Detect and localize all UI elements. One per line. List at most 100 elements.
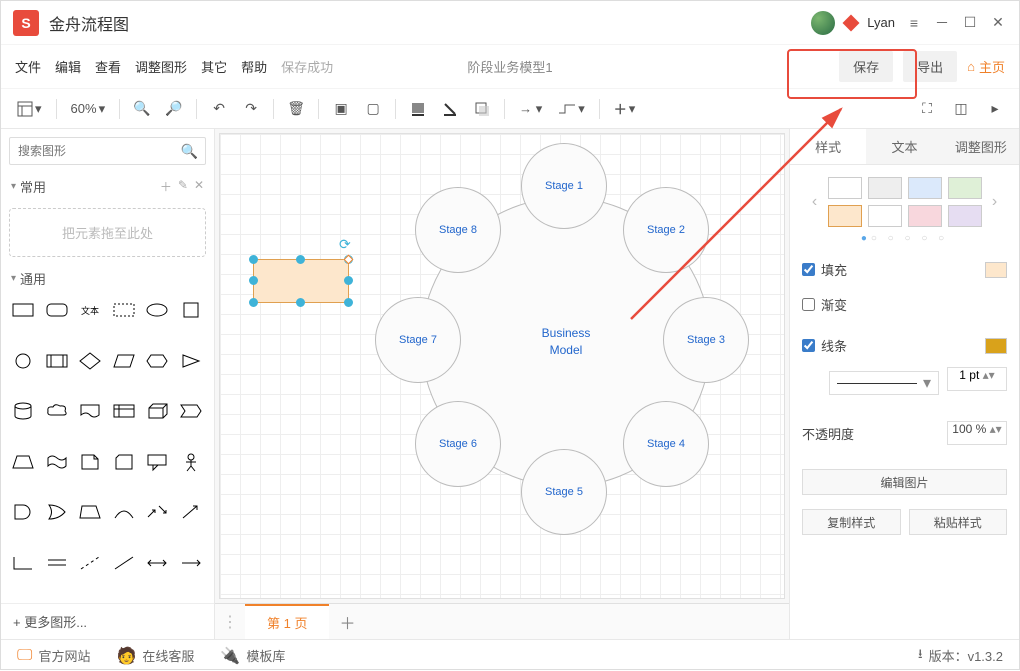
resize-handle[interactable]	[296, 298, 305, 307]
shape-process[interactable]	[43, 349, 71, 373]
swatch-next-icon[interactable]: ›	[988, 193, 1002, 211]
tab-style[interactable]: 样式	[790, 129, 866, 164]
shape-or[interactable]	[43, 500, 71, 524]
swatch-prev-icon[interactable]: ‹	[808, 193, 822, 211]
section-common[interactable]: ▾ 常用 ＋✎✕	[1, 173, 214, 200]
stage-1[interactable]: Stage 1	[521, 143, 607, 229]
opacity-input[interactable]: 100 % ▴▾	[947, 421, 1007, 445]
shape-dline[interactable]	[43, 551, 71, 575]
resize-handle[interactable]	[249, 298, 258, 307]
avatar[interactable]	[811, 11, 835, 35]
templates-link[interactable]: 🔌模板库	[220, 646, 285, 666]
shape-ellipse[interactable]	[143, 298, 171, 322]
shape-circle[interactable]	[9, 349, 37, 373]
edit-image-button[interactable]: 编辑图片	[802, 469, 1007, 495]
line-color[interactable]	[985, 338, 1007, 354]
shape-link[interactable]	[9, 551, 37, 575]
shape-textbox[interactable]	[110, 298, 138, 322]
stage-5[interactable]: Stage 5	[521, 449, 607, 535]
search-input[interactable]	[9, 137, 206, 165]
rotate-handle[interactable]: ⟳	[339, 236, 353, 250]
canvas[interactable]: Business Model Stage 1 Stage 2 Stage 3 S…	[215, 129, 789, 603]
hamburger-icon[interactable]: ≡	[905, 14, 923, 32]
shape-note[interactable]	[76, 450, 104, 474]
waypoint-style-select[interactable]: ▾	[552, 101, 591, 117]
shape-square[interactable]	[177, 298, 205, 322]
add-page-button[interactable]: ＋	[329, 610, 365, 634]
swatch[interactable]	[948, 177, 982, 199]
format-panel-icon[interactable]: ◫	[947, 95, 975, 123]
shape-and[interactable]	[9, 500, 37, 524]
swatch[interactable]	[828, 177, 862, 199]
shape-line-dashed[interactable]	[76, 551, 104, 575]
minimize-button[interactable]: －	[933, 14, 951, 32]
swatch[interactable]	[908, 177, 942, 199]
version-link[interactable]: ⭳版本：v1.3.2	[918, 645, 1003, 667]
resize-handle[interactable]	[296, 255, 305, 264]
shape-arrow[interactable]	[177, 500, 205, 524]
line-style-select[interactable]: ▾	[829, 371, 939, 395]
shape-trapezoid[interactable]	[9, 450, 37, 474]
official-site-link[interactable]: 🖵官方网站	[17, 646, 90, 665]
more-shapes[interactable]: + 更多图形...	[1, 603, 214, 639]
stage-4[interactable]: Stage 4	[623, 401, 709, 487]
zoom-out-icon[interactable]: 🔎	[160, 95, 188, 123]
fill-color[interactable]	[985, 262, 1007, 278]
shape-rounded[interactable]	[43, 298, 71, 322]
menu-arrange[interactable]: 调整图形	[135, 57, 187, 76]
view-mode-select[interactable]: ▾	[11, 101, 48, 117]
line-width-input[interactable]: 1 pt ▴▾	[947, 367, 1007, 391]
shape-cloud[interactable]	[43, 399, 71, 423]
insert-select[interactable]: ＋ ▾	[608, 99, 642, 118]
menu-other[interactable]: 其它	[201, 57, 227, 76]
shape-line[interactable]	[110, 551, 138, 575]
selected-shape[interactable]: ⟳	[253, 259, 349, 303]
close-button[interactable]: ✕	[989, 14, 1007, 32]
shape-cylinder[interactable]	[9, 399, 37, 423]
shape-triangle[interactable]	[177, 349, 205, 373]
swatch[interactable]	[868, 205, 902, 227]
search-icon[interactable]: 🔍	[181, 143, 198, 160]
collapse-icon[interactable]: ▸	[981, 95, 1009, 123]
stage-7[interactable]: Stage 7	[375, 297, 461, 383]
shape-datastore[interactable]	[76, 500, 104, 524]
fill-color-icon[interactable]	[404, 95, 432, 123]
add-icon[interactable]: ＋	[160, 178, 172, 195]
edit-icon[interactable]: ✎	[178, 178, 188, 195]
menu-file[interactable]: 文件	[15, 57, 41, 76]
resize-handle[interactable]	[344, 276, 353, 285]
menu-view[interactable]: 查看	[95, 57, 121, 76]
swatch-pager[interactable]: ●○ ○ ○ ○ ○	[802, 233, 1007, 244]
line-checkbox[interactable]	[802, 339, 815, 352]
shape-arrow2[interactable]	[177, 551, 205, 575]
shape-hexagon[interactable]	[143, 349, 171, 373]
menu-help[interactable]: 帮助	[241, 57, 267, 76]
home-button[interactable]: ⌂ 主页	[967, 57, 1005, 76]
menu-edit[interactable]: 编辑	[55, 57, 81, 76]
section-general[interactable]: ▾ 通用	[1, 265, 214, 292]
fill-checkbox[interactable]	[802, 263, 815, 276]
resize-handle[interactable]	[249, 276, 258, 285]
swatch[interactable]	[828, 205, 862, 227]
save-button[interactable]: 保存	[839, 51, 893, 82]
shape-biarrow[interactable]	[143, 500, 171, 524]
resize-handle[interactable]	[344, 298, 353, 307]
stage-2[interactable]: Stage 2	[623, 187, 709, 273]
to-back-icon[interactable]: ▢	[359, 95, 387, 123]
shape-diamond[interactable]	[76, 349, 104, 373]
undo-icon[interactable]: ↶	[205, 95, 233, 123]
shadow-icon[interactable]	[468, 95, 496, 123]
fullscreen-icon[interactable]: ⛶	[913, 95, 941, 123]
shape-text[interactable]: 文本	[76, 298, 104, 322]
shape-actor[interactable]	[177, 450, 205, 474]
line-color-icon[interactable]	[436, 95, 464, 123]
shape-card[interactable]	[110, 450, 138, 474]
shape-tape[interactable]	[43, 450, 71, 474]
tab-arrange[interactable]: 调整图形	[943, 129, 1019, 164]
paste-style-button[interactable]: 粘贴样式	[909, 509, 1008, 535]
swatch[interactable]	[908, 205, 942, 227]
redo-icon[interactable]: ↷	[237, 95, 265, 123]
shape-parallelogram[interactable]	[110, 349, 138, 373]
swatch[interactable]	[868, 177, 902, 199]
stage-8[interactable]: Stage 8	[415, 187, 501, 273]
